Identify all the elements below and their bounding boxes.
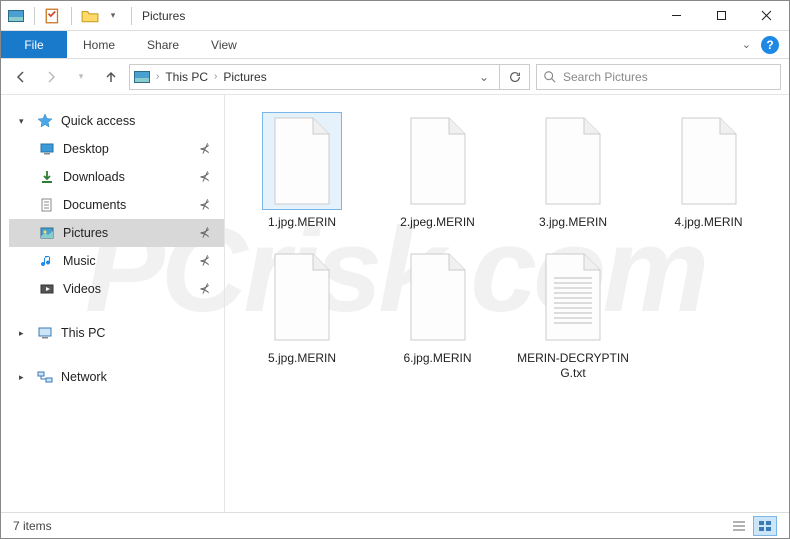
pin-icon: ⊀ xyxy=(199,225,210,241)
address-bar[interactable]: › This PC › Pictures ⌄ xyxy=(129,64,500,90)
breadcrumb-segment[interactable]: This PC xyxy=(165,70,208,84)
network-icon xyxy=(37,369,53,385)
videos-icon xyxy=(39,281,55,297)
downloads-icon xyxy=(39,169,55,185)
separator xyxy=(71,7,72,25)
titlebar: ▾ Pictures xyxy=(1,1,789,31)
expand-ribbon-icon[interactable]: ⌄ xyxy=(742,38,751,51)
back-button[interactable] xyxy=(9,65,33,89)
chevron-right-icon[interactable]: › xyxy=(154,71,161,82)
recent-dropdown-icon[interactable]: ▾ xyxy=(69,65,93,89)
file-name: 4.jpg.MERIN xyxy=(674,215,742,231)
file-pane[interactable]: 1.jpg.MERIN 2.jpeg.MERIN 3.jpg.MERIN 4.jpg.… xyxy=(225,95,789,512)
sidebar-item-label: Videos xyxy=(63,282,101,296)
search-icon xyxy=(543,70,557,84)
pin-icon: ⊀ xyxy=(199,197,210,213)
separator xyxy=(131,7,132,25)
pin-icon: ⊀ xyxy=(199,169,210,185)
file-item[interactable]: MERIN-DECRYPTING.txt xyxy=(512,249,634,382)
sidebar-item-label: Pictures xyxy=(63,226,108,240)
file-name: 6.jpg.MERIN xyxy=(403,351,471,367)
file-item[interactable]: 1.jpg.MERIN xyxy=(241,113,363,231)
sidebar: ▾ Quick access Desktop⊀Downloads⊀Documen… xyxy=(1,95,225,512)
address-dropdown-icon[interactable]: ⌄ xyxy=(473,70,495,84)
file-name: MERIN-DECRYPTING.txt xyxy=(513,351,633,382)
navbar: ▾ › This PC › Pictures ⌄ Search Pictures xyxy=(1,59,789,95)
window-title: Pictures xyxy=(142,9,185,23)
file-thumbnail xyxy=(399,113,477,209)
minimize-button[interactable] xyxy=(654,1,699,31)
sidebar-item-desktop[interactable]: Desktop ⊀ xyxy=(9,135,224,163)
sidebar-item-documents[interactable]: Documents ⊀ xyxy=(9,191,224,219)
desktop-icon xyxy=(39,141,55,157)
file-thumbnail xyxy=(399,249,477,345)
music-icon xyxy=(39,253,55,269)
search-input[interactable]: Search Pictures xyxy=(536,64,781,90)
file-item[interactable]: 4.jpg.MERIN xyxy=(648,113,770,231)
file-name: 1.jpg.MERIN xyxy=(268,215,336,231)
pin-icon: ⊀ xyxy=(199,281,210,297)
sidebar-network[interactable]: ▸ Network xyxy=(9,363,224,391)
up-button[interactable] xyxy=(99,65,123,89)
sidebar-item-music[interactable]: Music ⊀ xyxy=(9,247,224,275)
file-thumbnail xyxy=(263,113,341,209)
qat-dropdown-icon[interactable]: ▾ xyxy=(104,7,122,25)
file-thumbnail xyxy=(670,113,748,209)
help-icon[interactable]: ? xyxy=(761,36,779,54)
chevron-down-icon: ▾ xyxy=(19,116,27,127)
maximize-button[interactable] xyxy=(699,1,744,31)
sidebar-item-label: Downloads xyxy=(63,170,125,184)
sidebar-item-pictures[interactable]: Pictures ⊀ xyxy=(9,219,224,247)
properties-qat-icon[interactable] xyxy=(44,7,62,25)
sidebar-quick-access[interactable]: ▾ Quick access xyxy=(9,107,224,135)
sidebar-item-downloads[interactable]: Downloads ⊀ xyxy=(9,163,224,191)
separator xyxy=(34,7,35,25)
sidebar-item-label: Music xyxy=(63,254,96,268)
sidebar-item-label: Desktop xyxy=(63,142,109,156)
status-count: 7 items xyxy=(13,519,52,533)
forward-button[interactable] xyxy=(39,65,63,89)
file-name: 2.jpeg.MERIN xyxy=(400,215,475,231)
pin-icon: ⊀ xyxy=(199,141,210,157)
statusbar: 7 items xyxy=(1,512,789,538)
file-thumbnail xyxy=(263,249,341,345)
file-item[interactable]: 3.jpg.MERIN xyxy=(512,113,634,231)
pin-icon: ⊀ xyxy=(199,253,210,269)
tab-home[interactable]: Home xyxy=(67,31,131,58)
tab-share[interactable]: Share xyxy=(131,31,195,58)
thumbnails-view-button[interactable] xyxy=(753,516,777,536)
chevron-right-icon[interactable]: › xyxy=(212,71,219,82)
search-placeholder: Search Pictures xyxy=(563,70,648,84)
file-item[interactable]: 2.jpeg.MERIN xyxy=(377,113,499,231)
ribbon: File Home Share View ⌄ ? xyxy=(1,31,789,59)
star-icon xyxy=(37,113,53,129)
sidebar-this-pc[interactable]: ▸ This PC xyxy=(9,319,224,347)
file-item[interactable]: 5.jpg.MERIN xyxy=(241,249,363,382)
sidebar-item-videos[interactable]: Videos ⊀ xyxy=(9,275,224,303)
breadcrumb-segment[interactable]: Pictures xyxy=(223,70,266,84)
sidebar-item-label: Documents xyxy=(63,198,126,212)
folder-qat-icon[interactable] xyxy=(81,7,99,25)
file-tab[interactable]: File xyxy=(1,31,67,58)
chevron-right-icon: ▸ xyxy=(19,372,27,383)
file-thumbnail xyxy=(534,113,612,209)
refresh-button[interactable] xyxy=(500,64,530,90)
explorer-icon xyxy=(7,7,25,25)
file-thumbnail xyxy=(534,249,612,345)
pictures-icon xyxy=(39,225,55,241)
file-item[interactable]: 6.jpg.MERIN xyxy=(377,249,499,382)
sidebar-item-label: This PC xyxy=(61,326,105,340)
details-view-button[interactable] xyxy=(727,516,751,536)
pictures-icon xyxy=(134,69,150,85)
sidebar-item-label: Quick access xyxy=(61,114,135,128)
file-name: 3.jpg.MERIN xyxy=(539,215,607,231)
sidebar-item-label: Network xyxy=(61,370,107,384)
pc-icon xyxy=(37,325,53,341)
documents-icon xyxy=(39,197,55,213)
file-name: 5.jpg.MERIN xyxy=(268,351,336,367)
tab-view[interactable]: View xyxy=(195,31,253,58)
close-button[interactable] xyxy=(744,1,789,31)
chevron-right-icon: ▸ xyxy=(19,328,27,339)
